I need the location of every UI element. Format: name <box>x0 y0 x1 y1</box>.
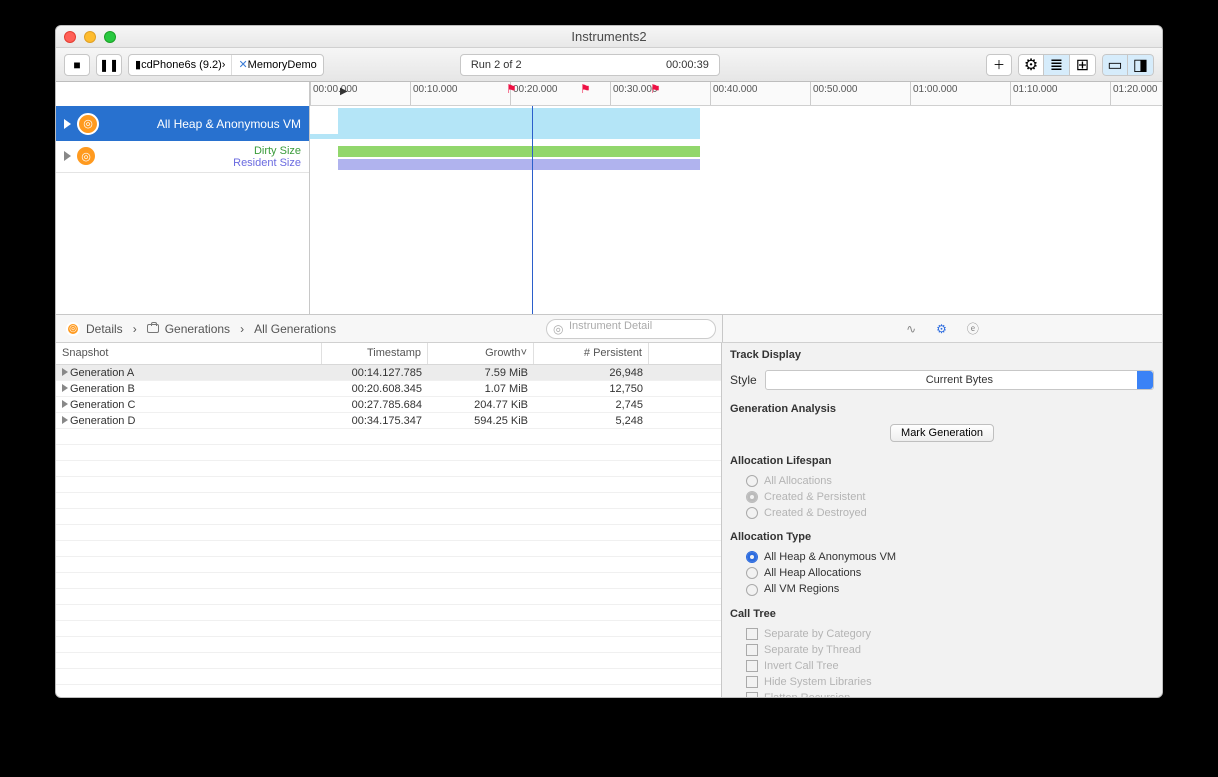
allocations-track-header[interactable]: ◎ All Heap & Anonymous VM <box>56 106 309 141</box>
resident-size-bar <box>338 159 700 170</box>
timeline: ◎ All Heap & Anonymous VM ◎ Dirty Size R… <box>56 82 1162 315</box>
flag-icon[interactable]: ⚑ <box>580 82 591 96</box>
col-timestamp[interactable]: Timestamp <box>322 343 428 364</box>
col-growth[interactable]: Growth˅ <box>428 343 534 364</box>
inspector-pane-icon[interactable]: ◨ <box>1128 54 1154 76</box>
ct-opt: Flatten Recursion <box>722 690 1162 697</box>
table-row <box>56 445 721 461</box>
ct-opt: Separate by Thread <box>722 642 1162 658</box>
timeline-graph[interactable] <box>310 106 1162 314</box>
table-row <box>56 669 721 685</box>
toolbar: ■ ❚❚ ▮ cdPhone6s (9.2) › ✕ MemoryDemo Ru… <box>56 48 1162 82</box>
allocations-area <box>338 108 700 139</box>
table-row <box>56 589 721 605</box>
mark-generation-button[interactable]: Mark Generation <box>890 424 994 442</box>
col-snapshot[interactable]: Snapshot <box>56 343 322 364</box>
list-view-icon[interactable]: ≣ <box>1044 54 1070 76</box>
grid-view-icon[interactable]: ⊞ <box>1070 54 1096 76</box>
life-opt: Created & Persistent <box>722 489 1162 505</box>
window-title: Instruments2 <box>56 29 1162 44</box>
extended-detail-icon[interactable]: ⓔ <box>967 320 979 337</box>
table-row <box>56 525 721 541</box>
vm-tracker-track-header[interactable]: ◎ Dirty Size Resident Size <box>56 141 309 173</box>
style-label: Style <box>730 373 757 387</box>
table-row[interactable]: Generation D00:34.175.347594.25 KiB5,248 <box>56 413 721 429</box>
detail-pane-icon[interactable]: ▭ <box>1102 54 1128 76</box>
table-row <box>56 557 721 573</box>
table-row <box>56 605 721 621</box>
type-opt[interactable]: All VM Regions <box>722 581 1162 597</box>
type-opt[interactable]: All Heap & Anonymous VM <box>722 549 1162 565</box>
instruments-window: Instruments2 ■ ❚❚ ▮ cdPhone6s (9.2) › ✕ … <box>55 25 1163 698</box>
device-chip: ▮ cdPhone6s (9.2) › <box>129 55 232 75</box>
table-row <box>56 573 721 589</box>
table-row <box>56 493 721 509</box>
wave-icon[interactable]: ∿ <box>906 322 916 336</box>
inspector-panel: Track Display Style Current Bytes Genera… <box>722 343 1162 697</box>
playhead[interactable] <box>532 106 533 314</box>
flag-icon[interactable]: ⚑ <box>506 82 517 96</box>
instrument-detail-search[interactable]: Instrument Detail <box>546 319 716 339</box>
table-row <box>56 685 721 697</box>
run-time: 00:00:39 <box>666 59 709 71</box>
table-row <box>56 461 721 477</box>
gen-analysis-title: Generation Analysis <box>722 397 1162 421</box>
ct-opt: Hide System Libraries <box>722 674 1162 690</box>
allocations-icon: ◎ <box>77 113 99 135</box>
table-row <box>56 541 721 557</box>
call-tree-title: Call Tree <box>722 602 1162 626</box>
time-ruler[interactable]: 00:00.000 00:10.000 00:20.000 00:30.000 … <box>310 82 1162 106</box>
detail-breadcrumb: ◎Details › Generations › All Generations… <box>56 315 1162 343</box>
table-row <box>56 477 721 493</box>
details-crumb[interactable]: ◎Details <box>56 315 133 342</box>
alloc-type-title: Allocation Type <box>722 525 1162 549</box>
track-display-title: Track Display <box>722 343 1162 367</box>
panel-toggle-group: ▭ ◨ <box>1102 54 1154 76</box>
disclosure-icon[interactable] <box>64 119 71 129</box>
life-opt: All Allocations <box>722 473 1162 489</box>
life-opt: Created & Destroyed <box>722 505 1162 521</box>
table-row[interactable]: Generation A00:14.127.7857.59 MiB26,948 <box>56 365 721 381</box>
record-button[interactable]: ■ <box>64 54 90 76</box>
table-row[interactable]: Generation C00:27.785.684204.77 KiB2,745 <box>56 397 721 413</box>
titlebar[interactable]: Instruments2 <box>56 26 1162 48</box>
table-row[interactable]: Generation B00:20.608.3451.07 MiB12,750 <box>56 381 721 397</box>
scheme-chip: ✕ MemoryDemo <box>232 55 322 75</box>
flag-icon[interactable]: ⚑ <box>650 82 661 96</box>
table-row <box>56 637 721 653</box>
gear-icon[interactable]: ⚙ <box>936 322 947 336</box>
pause-button[interactable]: ❚❚ <box>96 54 122 76</box>
dirty-size-label: Dirty Size <box>254 145 301 157</box>
style-select[interactable]: Current Bytes <box>765 370 1154 390</box>
playhead-marker[interactable]: ▶ <box>340 86 348 97</box>
vm-tracker-icon: ◎ <box>75 145 97 167</box>
all-generations-crumb[interactable]: All Generations <box>244 315 346 342</box>
run-status[interactable]: Run 2 of 2 00:00:39 <box>460 54 720 76</box>
run-label: Run 2 of 2 <box>471 59 522 71</box>
view-mode-group: ⚙ ≣ ⊞ <box>1018 54 1096 76</box>
ct-opt: Separate by Category <box>722 626 1162 642</box>
strategy-icon[interactable]: ⚙ <box>1018 54 1044 76</box>
lifespan-title: Allocation Lifespan <box>722 449 1162 473</box>
table-row <box>56 653 721 669</box>
disclosure-icon[interactable] <box>64 151 71 161</box>
resident-size-label: Resident Size <box>233 157 301 169</box>
generations-table: Snapshot Timestamp Growth˅ # Persistent … <box>56 343 722 697</box>
add-instrument-button[interactable]: ＋ <box>986 54 1012 76</box>
type-opt[interactable]: All Heap Allocations <box>722 565 1162 581</box>
table-row <box>56 509 721 525</box>
dirty-size-bar <box>338 146 700 157</box>
ct-opt: Invert Call Tree <box>722 658 1162 674</box>
table-row <box>56 621 721 637</box>
details-icon: ◎ <box>66 322 80 336</box>
col-persistent[interactable]: # Persistent <box>534 343 649 364</box>
table-row <box>56 429 721 445</box>
snapshot-icon <box>147 324 159 333</box>
generations-crumb[interactable]: Generations <box>137 315 240 342</box>
target-selector[interactable]: ▮ cdPhone6s (9.2) › ✕ MemoryDemo <box>128 54 324 76</box>
